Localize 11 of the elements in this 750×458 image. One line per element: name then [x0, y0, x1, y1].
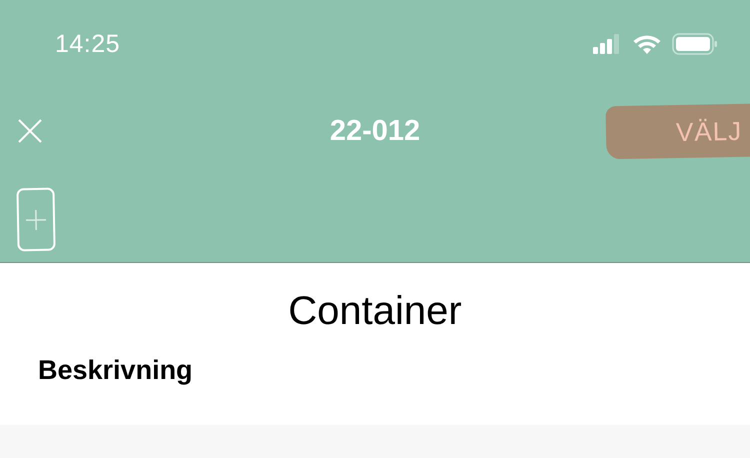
page-title: Container: [287, 288, 463, 335]
add-button[interactable]: [16, 188, 56, 252]
select-button[interactable]: VÄLJ: [605, 103, 750, 159]
status-time: 14:25: [55, 30, 120, 58]
nav-title: 22-012: [330, 114, 420, 146]
close-icon[interactable]: [18, 119, 42, 143]
plus-icon: [26, 209, 46, 230]
signal-icon: [592, 33, 622, 55]
wifi-icon: [632, 33, 662, 55]
section-heading: Beskrivning: [37, 354, 194, 386]
battery-icon: [672, 33, 718, 55]
